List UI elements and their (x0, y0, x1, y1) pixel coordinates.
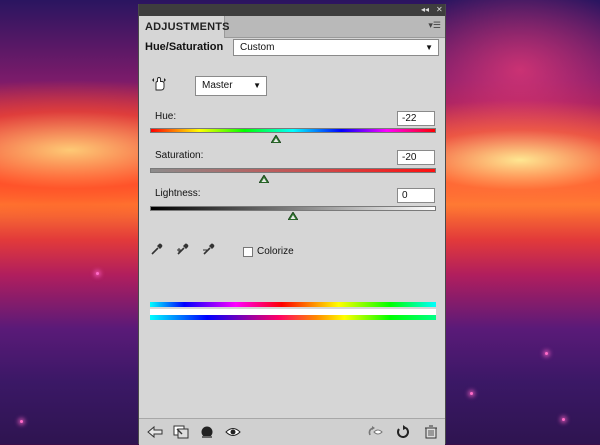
colorize-label: Colorize (257, 246, 294, 257)
eyedropper-minus-icon[interactable] (202, 242, 216, 256)
panel-titlebar: ◂◂ ✕ (139, 4, 445, 16)
hue-label: Hue: (155, 111, 177, 122)
channel-value: Master (202, 80, 233, 91)
panel-menu-icon[interactable]: ▾☰ (428, 20, 441, 31)
lightness-value-field[interactable]: 0 (397, 188, 435, 203)
chevron-down-icon: ▼ (253, 81, 261, 90)
hue-value-field[interactable]: -22 (397, 111, 435, 126)
hand-adjust-icon[interactable] (151, 76, 167, 92)
background-sparkle (545, 352, 548, 355)
saturation-value-field[interactable]: -20 (397, 150, 435, 165)
output-color-bar (150, 315, 436, 320)
close-icon[interactable]: ✕ (436, 5, 443, 15)
view-previous-icon[interactable] (367, 425, 383, 439)
preset-dropdown[interactable]: Custom ▼ (233, 39, 439, 56)
adjustments-panel: ◂◂ ✕ ADJUSTMENTS ▾☰ Hue/Saturation Custo… (138, 4, 446, 445)
colorize-checkbox[interactable] (243, 247, 253, 257)
panel-footer (139, 418, 445, 445)
background-sparkle (562, 418, 565, 421)
tab-adjustments[interactable]: ADJUSTMENTS (139, 16, 230, 38)
trash-icon[interactable] (423, 425, 439, 439)
preset-value: Custom (240, 42, 275, 53)
background-sparkle (470, 392, 473, 395)
visibility-mask-icon[interactable] (199, 425, 215, 439)
eyedropper-icon[interactable] (150, 242, 164, 256)
back-arrow-icon[interactable] (147, 425, 163, 439)
chevron-down-icon: ▼ (425, 43, 433, 52)
eyedropper-plus-icon[interactable] (176, 242, 190, 256)
lightness-slider-track[interactable] (150, 206, 436, 211)
hue-slider-track[interactable] (150, 128, 436, 133)
panel-tab-row: ADJUSTMENTS ▾☰ (139, 16, 445, 38)
clip-to-layer-icon[interactable] (173, 425, 189, 439)
background-sparkle (20, 420, 23, 423)
lightness-label: Lightness: (155, 188, 201, 199)
eye-icon[interactable] (225, 425, 241, 439)
adjustment-title: Hue/Saturation (145, 41, 224, 53)
collapse-icon[interactable]: ◂◂ (421, 5, 429, 15)
saturation-label: Saturation: (155, 150, 204, 161)
background-sparkle (96, 272, 99, 275)
channel-dropdown[interactable]: Master ▼ (195, 76, 267, 96)
saturation-slider-track[interactable] (150, 168, 436, 173)
input-color-bar (150, 302, 436, 307)
reset-icon[interactable] (395, 425, 411, 439)
